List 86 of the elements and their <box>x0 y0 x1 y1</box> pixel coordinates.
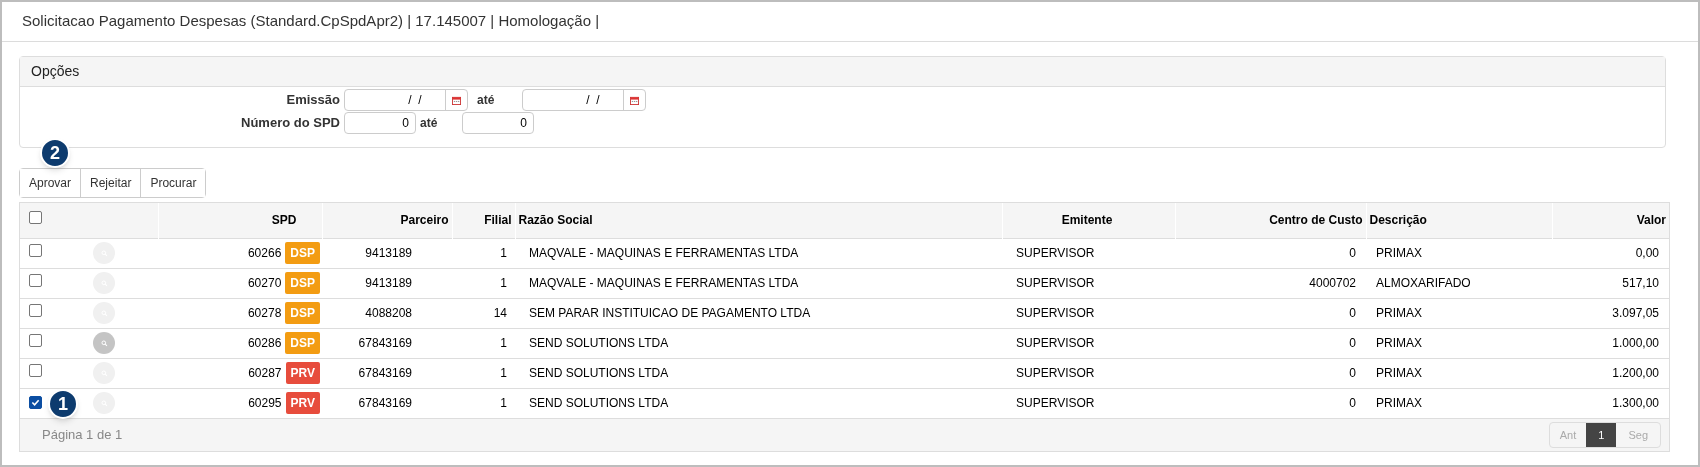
table-cell: 14 <box>493 306 507 320</box>
table-cell: PRIMAX <box>1376 246 1422 260</box>
table-cell: 1 <box>500 366 507 380</box>
table-cell: SEND SOLUTIONS LTDA <box>529 366 669 380</box>
table-cell: SUPERVISOR <box>1016 396 1095 411</box>
table-cell: 1.300,00 <box>1612 396 1659 411</box>
table-cell: PRIMAX <box>1376 366 1422 380</box>
table-cell: 517,10 <box>1622 276 1659 290</box>
page-indicator: Página 1 de 1 <box>42 426 123 445</box>
table-cell: SUPERVISOR <box>1016 246 1095 260</box>
table-cell: MAQVALE - MAQUINAS E FERRAMENTAS LTDA <box>529 276 799 290</box>
field-label: Número do SPD <box>240 114 340 133</box>
table-cell: PRIMAX <box>1376 396 1422 411</box>
table-cell: PRIMAX <box>1376 336 1422 350</box>
checkbox[interactable] <box>29 274 42 287</box>
status-tag: DSP <box>285 302 320 324</box>
field-label: Emissão <box>285 91 340 110</box>
table-cell: 0 <box>1349 246 1356 260</box>
table-cell-text: 60266 <box>247 245 282 262</box>
table-cell: 3.097,05 <box>1612 306 1659 320</box>
table-cell: PRIMAX <box>1376 306 1422 320</box>
table-cell: 1 <box>500 396 507 411</box>
window-title: Solicitacao Pagamento Despesas (Standard.CpSpdApr2) | 17.145007 | Homologação | <box>22 11 600 32</box>
status-tag: DSP <box>285 242 320 264</box>
table-cell: ALMOXARIFADO <box>1376 276 1471 290</box>
table-cell: MAQVALE - MAQUINAS E FERRAMENTAS LTDA <box>529 246 799 260</box>
table-cell-text: 60286 <box>247 335 282 352</box>
table-cell: 0,00 <box>1635 246 1659 260</box>
table-cell-text: 60270 <box>247 275 282 292</box>
column-header: Emitente <box>1061 213 1113 228</box>
table-cell: 9413189 <box>365 276 412 290</box>
page-button[interactable]: 1 <box>1586 423 1617 447</box>
checkbox[interactable] <box>29 364 42 377</box>
checkbox[interactable] <box>29 304 42 317</box>
column-header: Parceiro <box>400 213 449 228</box>
status-tag: DSP <box>285 332 320 354</box>
checkbox[interactable] <box>29 334 42 347</box>
table-cell: 1 <box>500 276 507 290</box>
column-header: Razão Social <box>518 213 593 228</box>
column-header: SPD <box>271 213 297 228</box>
table-cell: 1 <box>500 246 507 260</box>
column-header: Descrição <box>1369 213 1427 228</box>
table-cell: 0 <box>1349 366 1356 380</box>
table-cell: 0 <box>1349 306 1356 320</box>
date-field[interactable]: / / <box>344 89 468 111</box>
table-cell: SEM PARAR INSTITUICAO DE PAGAMENTO LTDA <box>529 306 811 320</box>
table-cell-text: 60295 <box>248 395 282 413</box>
column-header: Centro de Custo <box>1269 213 1363 228</box>
number-field[interactable]: 0 <box>462 112 534 134</box>
table-cell: SEND SOLUTIONS LTDA <box>529 396 669 411</box>
date-field[interactable]: / / <box>522 89 646 111</box>
table-cell: SUPERVISOR <box>1016 336 1095 350</box>
table-cell: 0 <box>1349 396 1356 411</box>
number-field[interactable]: 0 <box>344 112 416 134</box>
table-cell: 67843169 <box>358 366 412 380</box>
table-cell: 4000702 <box>1309 276 1356 290</box>
status-tag: DSP <box>285 272 320 294</box>
status-tag: PRV <box>285 392 320 415</box>
toolbar-button[interactable]: Procurar <box>140 169 206 197</box>
table-cell: 9413189 <box>365 246 412 260</box>
table-cell: 1 <box>500 336 507 350</box>
table-cell-text: 60287 <box>248 365 282 382</box>
table-cell: SUPERVISOR <box>1016 366 1095 380</box>
range-label: até <box>420 115 439 132</box>
table-cell: 1.000,00 <box>1612 336 1659 350</box>
panel-title: Opções <box>31 62 80 81</box>
table-cell: 0 <box>1349 336 1356 350</box>
column-header: Filial <box>484 213 512 228</box>
table-cell: 67843169 <box>358 396 412 411</box>
table-cell-text: 60278 <box>247 305 282 322</box>
table-cell: SUPERVISOR <box>1016 306 1095 320</box>
table-cell: 1.200,00 <box>1612 366 1659 380</box>
checkbox[interactable] <box>29 396 42 410</box>
table-cell: 67843169 <box>358 336 412 350</box>
column-header: Valor <box>1636 213 1666 228</box>
step-marker: 1 <box>48 389 78 419</box>
checkbox[interactable] <box>29 211 42 225</box>
table-cell: SUPERVISOR <box>1016 276 1095 290</box>
table-cell: SEND SOLUTIONS LTDA <box>529 336 669 350</box>
status-tag: PRV <box>285 362 320 384</box>
calendar-icon <box>630 95 639 105</box>
step-marker: 2 <box>40 138 70 168</box>
checkbox[interactable] <box>29 244 42 257</box>
table-cell: 4088208 <box>365 306 412 320</box>
calendar-icon <box>452 95 461 105</box>
range-label: até <box>477 92 496 109</box>
